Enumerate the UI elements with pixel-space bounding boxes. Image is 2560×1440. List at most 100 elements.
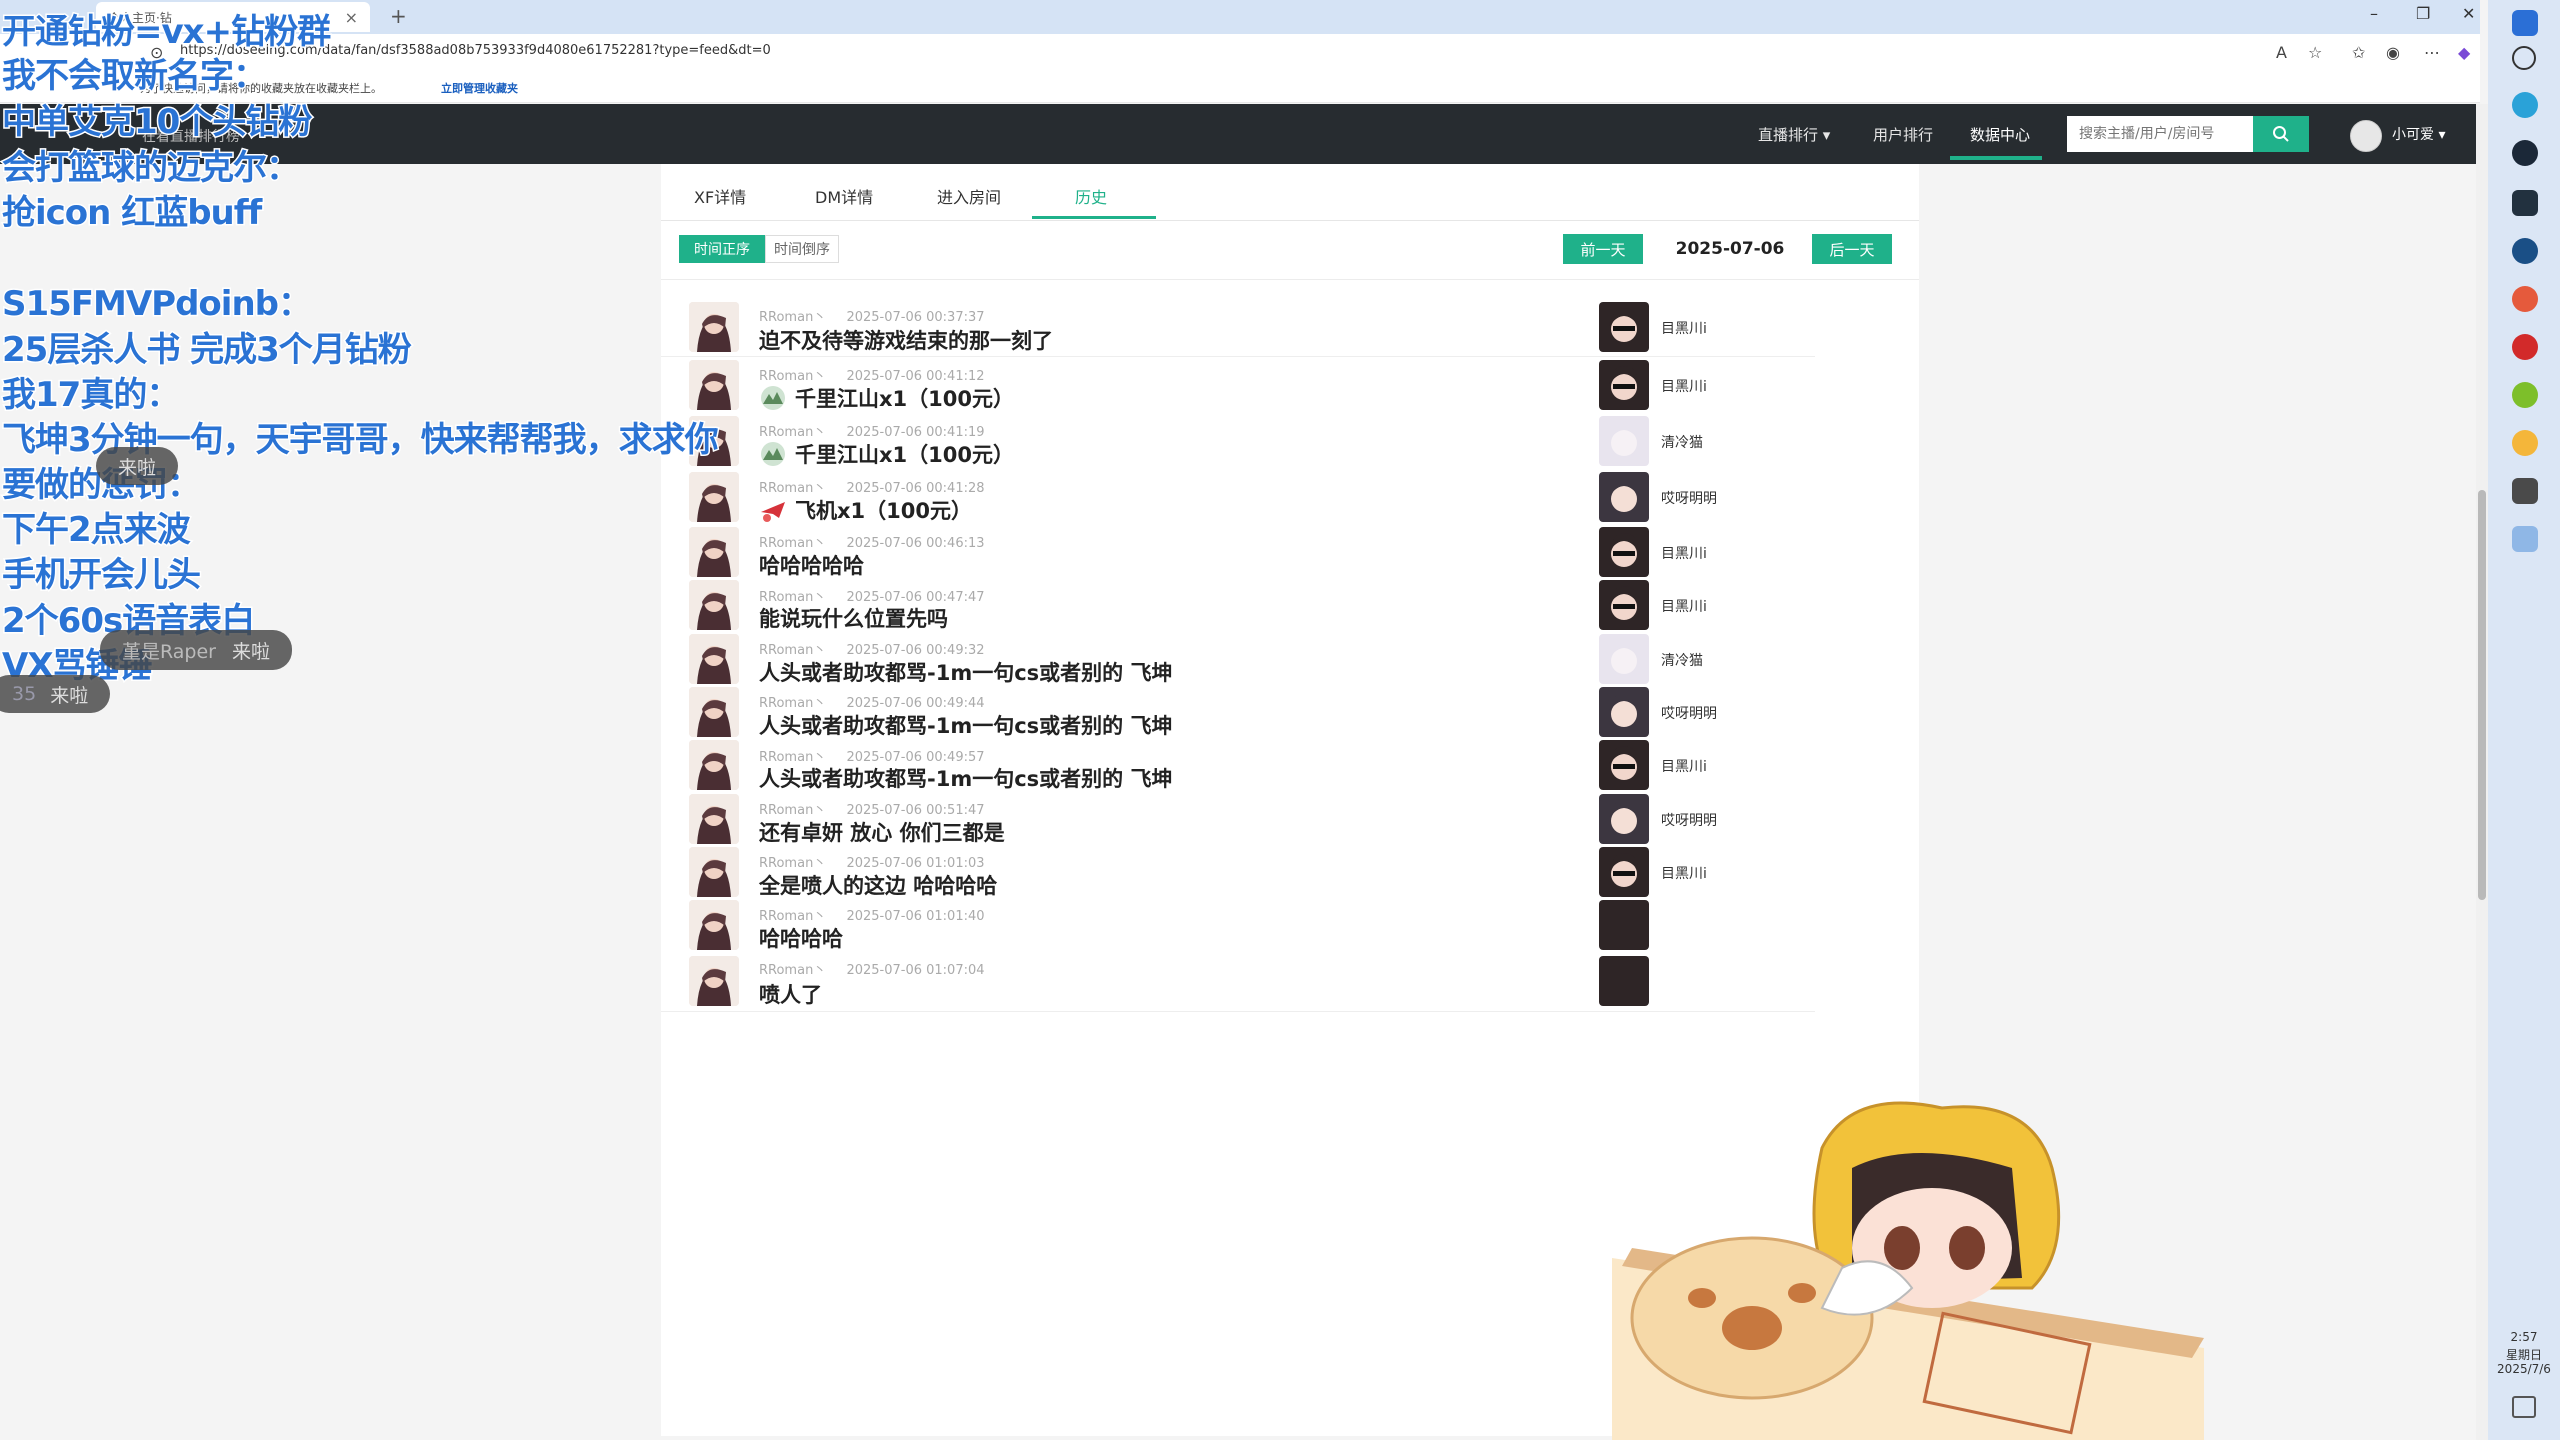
anchor-name[interactable]: 哎呀明明 <box>1661 703 1717 723</box>
row-user[interactable]: RRoman丶 <box>759 425 826 440</box>
app-icon[interactable] <box>2512 382 2538 408</box>
anchor-name[interactable]: 目黑川i <box>1661 376 1707 396</box>
avatar[interactable] <box>689 899 739 950</box>
sort-asc-button[interactable]: 时间正序 <box>679 235 765 263</box>
prev-day-button[interactable]: 前一天 <box>1563 234 1643 264</box>
search-input[interactable] <box>2067 116 2253 152</box>
anchor-avatar-icon <box>1599 416 1649 466</box>
tab-xf-detail[interactable]: XF详情 <box>694 184 746 208</box>
tab-enter-room[interactable]: 进入房间 <box>937 184 1001 208</box>
avatar[interactable] <box>689 846 739 897</box>
avatar[interactable] <box>689 793 739 844</box>
row-user[interactable]: RRoman丶 <box>759 481 826 496</box>
app-icon[interactable] <box>2512 526 2538 552</box>
row-message: 哈哈哈哈哈 <box>759 550 864 580</box>
app-icon[interactable] <box>2512 190 2538 216</box>
anchor-avatar[interactable] <box>1599 686 1649 737</box>
anchor-name[interactable]: 目黑川i <box>1661 318 1707 338</box>
scrollbar-thumb[interactable] <box>2478 490 2486 900</box>
overlay-line: 手机开会儿头 <box>1 554 203 597</box>
row-user[interactable]: RRoman丶 <box>759 963 826 978</box>
notification-icon[interactable] <box>2512 1396 2536 1418</box>
avatar[interactable] <box>689 740 739 790</box>
address-bar[interactable]: ⊙ https://doseeing.com/data/fan/dsf3588a… <box>0 34 2480 73</box>
row-message-text: 哈哈哈哈 <box>759 926 843 951</box>
overlay-line: 下午2点来波 <box>1 509 193 552</box>
anchor-avatar[interactable] <box>1599 793 1649 844</box>
clock-weekday: 星期日 <box>2505 1348 2542 1362</box>
anchor-name[interactable]: 哎呀明明 <box>1661 488 1717 508</box>
chat-bubble: 堇是Raper 来啦 <box>100 630 293 670</box>
avatar[interactable] <box>689 956 739 1006</box>
tab-dm-detail[interactable]: DM详情 <box>815 184 873 208</box>
anchor-name[interactable]: 目黑川i <box>1661 756 1707 776</box>
anchor-name[interactable]: 清冷猫 <box>1661 650 1703 670</box>
table-row: RRoman丶 2025-07-06 00:49:32 人头或者助攻都骂-1m一… <box>661 632 1815 686</box>
app-icon[interactable] <box>2512 430 2538 456</box>
row-message-text: 喷人了 <box>759 983 822 1008</box>
sort-desc-button[interactable]: 时间倒序 <box>765 235 839 263</box>
avatar[interactable] <box>689 526 739 577</box>
avatar[interactable] <box>689 580 739 630</box>
favorites-icon[interactable]: ✩ <box>2352 43 2365 62</box>
nav-live-ranking[interactable]: 直播排行 ▾ <box>1758 124 1830 145</box>
anchor-name[interactable]: 哎呀明明 <box>1661 810 1717 830</box>
profile-icon[interactable]: ◉ <box>2386 43 2400 62</box>
row-user[interactable]: RRoman丶 <box>759 590 826 605</box>
windows-start-icon[interactable] <box>2512 10 2538 36</box>
close-window-icon[interactable]: ✕ <box>2462 4 2475 23</box>
avatar[interactable] <box>689 360 739 410</box>
anchor-avatar[interactable] <box>1599 956 1649 1006</box>
anchor-name[interactable]: 清冷猫 <box>1661 432 1703 452</box>
restore-icon[interactable]: ❐ <box>2416 4 2430 23</box>
row-user[interactable]: RRoman丶 <box>759 310 826 325</box>
manage-favorites-link[interactable]: 立即管理收藏夹 <box>441 80 518 96</box>
anchor-avatar[interactable] <box>1599 416 1649 466</box>
copilot-icon[interactable]: ◆ <box>2458 43 2470 62</box>
more-icon[interactable]: ⋯ <box>2424 43 2440 62</box>
app-icon[interactable] <box>2512 238 2538 264</box>
anchor-avatar[interactable] <box>1599 740 1649 790</box>
anchor-avatar[interactable] <box>1599 526 1649 577</box>
close-tab-icon[interactable]: × <box>345 8 358 27</box>
edge-icon[interactable] <box>2512 92 2538 118</box>
avatar[interactable] <box>689 302 739 352</box>
user-menu[interactable]: 小可爱 ▾ <box>2392 124 2445 144</box>
anchor-name[interactable]: 目黑川i <box>1661 863 1707 883</box>
row-user[interactable]: RRoman丶 <box>759 369 826 384</box>
nav-user-ranking[interactable]: 用户排行 <box>1873 124 1933 145</box>
search-button[interactable] <box>2253 116 2309 152</box>
read-aloud-icon[interactable]: A <box>2276 43 2287 62</box>
anchor-name[interactable]: 目黑川i <box>1661 543 1707 563</box>
avatar[interactable] <box>2350 120 2382 152</box>
row-meta: RRoman丶 2025-07-06 00:49:32 <box>759 639 985 658</box>
minimize-icon[interactable]: – <box>2370 4 2378 23</box>
row-user[interactable]: RRoman丶 <box>759 750 826 765</box>
row-message-text: 千里江山x1（100元） <box>795 387 1014 412</box>
anchor-avatar[interactable] <box>1599 846 1649 897</box>
overlay-line: 会打篮球的迈克尔： <box>1 147 302 190</box>
app-icon[interactable] <box>2512 286 2538 312</box>
anchor-avatar[interactable] <box>1599 580 1649 630</box>
star-icon[interactable]: ☆ <box>2308 43 2322 62</box>
date-display[interactable]: 2025-07-06 <box>1656 234 1804 264</box>
avatar[interactable] <box>689 472 739 522</box>
anchor-avatar[interactable] <box>1599 302 1649 352</box>
new-tab-icon[interactable]: + <box>390 4 407 28</box>
tab-history[interactable]: 历史 <box>1075 184 1107 208</box>
search-taskbar-icon[interactable] <box>2512 46 2536 70</box>
next-day-button[interactable]: 后一天 <box>1812 234 1892 264</box>
row-message: 飞机x1（100元） <box>759 495 972 525</box>
anchor-avatar[interactable] <box>1599 472 1649 522</box>
anchor-avatar[interactable] <box>1599 899 1649 950</box>
steam-icon[interactable] <box>2512 140 2538 166</box>
anchor-name[interactable]: 目黑川i <box>1661 596 1707 616</box>
avatar[interactable] <box>689 686 739 737</box>
avatar[interactable] <box>689 633 739 684</box>
app-icon[interactable] <box>2512 334 2538 360</box>
overlay-line: S15FMVPdoinb： <box>1 283 314 326</box>
nav-data-center[interactable]: 数据中心 <box>1970 124 2030 145</box>
anchor-avatar[interactable] <box>1599 633 1649 684</box>
app-icon[interactable] <box>2512 478 2538 504</box>
anchor-avatar[interactable] <box>1599 360 1649 410</box>
